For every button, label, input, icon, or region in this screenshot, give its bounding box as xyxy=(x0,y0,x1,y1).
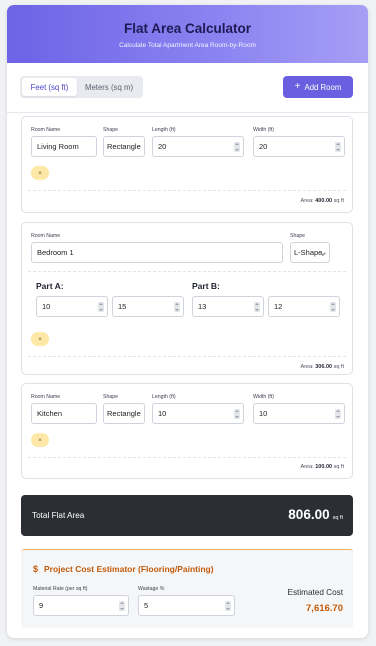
room-name-input[interactable]: Kitchen xyxy=(31,403,97,424)
total-area-value: 806.00 xyxy=(288,507,330,522)
width-label: Width (ft) xyxy=(253,127,275,133)
remove-room-button[interactable]: × xyxy=(31,166,49,180)
page-title: Flat Area Calculator xyxy=(123,21,252,36)
part-b-title: Part B: xyxy=(192,281,220,291)
shape-select[interactable]: Rectangle xyxy=(103,136,145,157)
estimator-title-text: Project Cost Estimator (Flooring/Paintin… xyxy=(44,564,214,574)
divider xyxy=(28,356,346,357)
stepper-icon[interactable] xyxy=(174,302,180,312)
wastage-value: 5 xyxy=(144,601,149,610)
close-icon: × xyxy=(38,169,42,177)
unit-meters-button[interactable]: Meters (sq m) xyxy=(77,78,141,96)
shape-value: L-Shape xyxy=(294,248,323,257)
part-a-width-value: 15 xyxy=(118,302,127,311)
length-input[interactable]: 20 xyxy=(152,136,244,157)
area-unit: sq ft xyxy=(333,364,344,370)
shape-label: Shape xyxy=(103,127,119,133)
rate-label: Material Rate (per sq ft) xyxy=(33,586,88,592)
room-area: Area: 100.00 sq ft xyxy=(301,464,344,470)
part-a-length-input[interactable]: 10 xyxy=(36,296,108,317)
length-label: Length (ft) xyxy=(152,394,176,400)
estimator-title: $ Project Cost Estimator (Flooring/Paint… xyxy=(33,564,214,574)
stepper-icon[interactable] xyxy=(335,409,341,419)
stepper-icon[interactable] xyxy=(234,142,240,152)
remove-room-button[interactable]: × xyxy=(31,332,49,346)
close-icon: × xyxy=(38,335,42,343)
remove-room-button[interactable]: × xyxy=(31,433,49,447)
wastage-label: Wastage % xyxy=(138,586,165,592)
room-name-label: Room Name xyxy=(31,233,61,239)
add-room-label: Add Room xyxy=(304,82,342,92)
room-card: Room Name Shape Length (ft) Width (ft) K… xyxy=(21,383,353,479)
cost-estimator: $ Project Cost Estimator (Flooring/Paint… xyxy=(21,549,353,628)
width-input[interactable]: 20 xyxy=(253,136,345,157)
part-a-width-input[interactable]: 15 xyxy=(112,296,184,317)
area-prefix: Area: xyxy=(300,464,314,470)
add-room-button[interactable]: + Add Room xyxy=(283,76,353,98)
shape-select[interactable]: L-Shape xyxy=(290,242,330,263)
total-area-label: Total Flat Area xyxy=(32,511,85,520)
total-area-panel: Total Flat Area 806.00 sq ft xyxy=(21,495,353,536)
toolbar: Feet (sq ft) Meters (sq m) + Add Room xyxy=(7,63,368,113)
total-area-value-group: 806.00 sq ft xyxy=(288,507,343,522)
stepper-icon[interactable] xyxy=(330,302,336,312)
rate-input[interactable]: 9 xyxy=(33,595,129,616)
divider xyxy=(28,190,346,191)
part-a-length-value: 10 xyxy=(42,302,51,311)
width-value: 20 xyxy=(259,142,268,151)
room-name-input[interactable]: Bedroom 1 xyxy=(31,242,283,263)
area-value: 100.00 xyxy=(315,464,333,470)
stepper-icon[interactable] xyxy=(234,409,240,419)
estimated-cost-value: 7,616.70 xyxy=(306,603,343,614)
room-card: Room Name Shape Length (ft) Width (ft) L… xyxy=(21,116,353,213)
divider xyxy=(28,271,346,272)
room-name-input[interactable]: Living Room xyxy=(31,136,97,157)
part-b-width-value: 12 xyxy=(274,302,283,311)
room-name-label: Room Name xyxy=(31,394,61,400)
length-value: 10 xyxy=(158,409,167,418)
divider xyxy=(28,457,346,458)
stepper-icon[interactable] xyxy=(225,601,231,611)
area-value: 306.00 xyxy=(315,364,333,370)
width-value: 10 xyxy=(259,409,268,418)
rate-value: 9 xyxy=(39,601,44,610)
stepper-icon[interactable] xyxy=(254,302,260,312)
area-value: 400.00 xyxy=(315,198,333,204)
length-label: Length (ft) xyxy=(152,127,176,133)
room-card: Room Name Shape Bedroom 1 L-Shape Part A… xyxy=(21,222,353,375)
unit-feet-button[interactable]: Feet (sq ft) xyxy=(22,78,77,96)
part-b-width-input[interactable]: 12 xyxy=(268,296,340,317)
shape-select[interactable]: Rectangle xyxy=(103,403,145,424)
stepper-icon[interactable] xyxy=(98,302,104,312)
shape-label: Shape xyxy=(103,394,119,400)
area-unit: sq ft xyxy=(333,198,344,204)
length-value: 20 xyxy=(158,142,167,151)
total-area-unit: sq ft xyxy=(332,515,343,521)
part-a-title: Part A: xyxy=(36,281,64,291)
page-subtitle: Calculate Total Apartment Area Room-by-R… xyxy=(119,42,256,49)
close-icon: × xyxy=(38,436,42,444)
area-prefix: Area: xyxy=(300,364,314,370)
room-area: Area: 306.00 sq ft xyxy=(301,364,344,370)
app-header: Flat Area Calculator Calculate Total Apa… xyxy=(7,5,368,63)
area-prefix: Area: xyxy=(300,198,314,204)
calculator-app: Flat Area Calculator Calculate Total Apa… xyxy=(7,5,368,638)
length-input[interactable]: 10 xyxy=(152,403,244,424)
wastage-input[interactable]: 5 xyxy=(138,595,235,616)
unit-toggle: Feet (sq ft) Meters (sq m) xyxy=(20,76,143,98)
part-b-length-value: 13 xyxy=(198,302,207,311)
area-unit: sq ft xyxy=(333,464,344,470)
part-b-length-input[interactable]: 13 xyxy=(192,296,264,317)
dollar-icon: $ xyxy=(33,564,39,574)
room-name-label: Room Name xyxy=(31,127,61,133)
width-input[interactable]: 10 xyxy=(253,403,345,424)
room-area: Area: 400.00 sq ft xyxy=(301,198,344,204)
shape-label: Shape xyxy=(290,233,306,239)
width-label: Width (ft) xyxy=(253,394,275,400)
stepper-icon[interactable] xyxy=(335,142,341,152)
estimated-cost-label: Estimated Cost xyxy=(287,588,343,597)
plus-icon: + xyxy=(294,81,301,92)
stepper-icon[interactable] xyxy=(119,601,125,611)
